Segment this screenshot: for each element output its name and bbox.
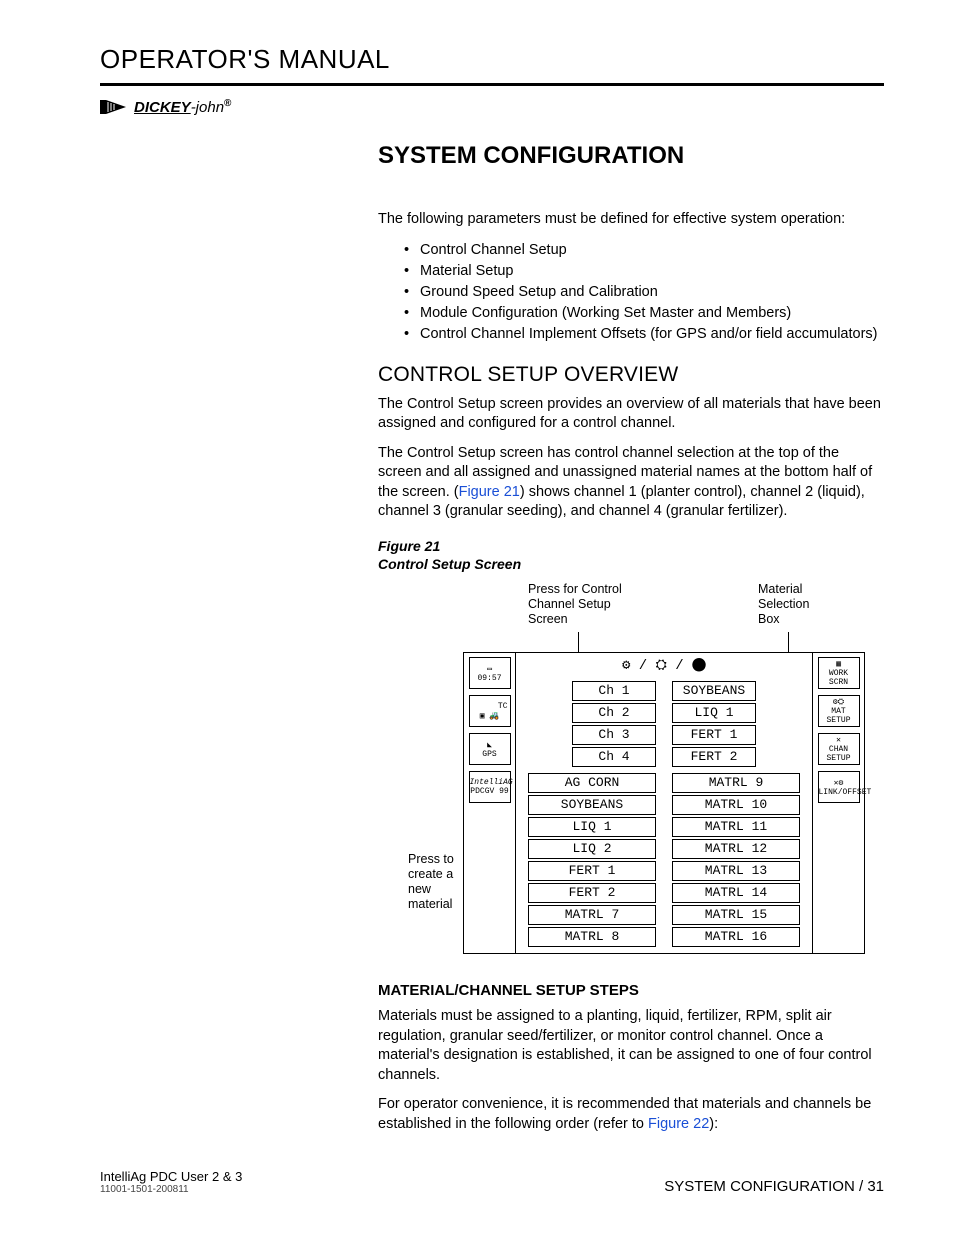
list-item: Ground Speed Setup and Calibration	[408, 282, 884, 303]
material-button[interactable]: MATRL 16	[672, 927, 800, 947]
material-button[interactable]: MATRL 14	[672, 883, 800, 903]
material-button[interactable]: MATRL 12	[672, 839, 800, 859]
material-button[interactable]: AG CORN	[528, 773, 656, 793]
footer-product: IntelliAg PDC User 2 & 3	[100, 1169, 242, 1184]
control-setup-screen: ▭09:57 TC▣ 🚜 ◣GPS IntelliAGPDCGV 99 ⚙ / …	[463, 652, 865, 954]
channel-button[interactable]: Ch 3	[572, 725, 656, 745]
text: ):	[709, 1116, 718, 1132]
material-button[interactable]: LIQ 2	[528, 839, 656, 859]
material-button[interactable]: LIQ 1	[528, 817, 656, 837]
steps-p1: Materials must be assigned to a planting…	[378, 1007, 884, 1085]
overview-p1: The Control Setup screen provides an ove…	[378, 395, 884, 434]
figure-caption: Control Setup Screen	[378, 556, 884, 572]
material-button[interactable]: MATRL 7	[528, 905, 656, 925]
list-item: Module Configuration (Working Set Master…	[408, 303, 884, 324]
figure-label: Figure 21	[378, 538, 884, 554]
parameter-list: Control Channel Setup Material Setup Gro…	[378, 240, 884, 345]
device-right-panel: ▦WORK SCRN ⚙⛭MAT SETUP ✕CHAN SETUP ✕⚙LIN…	[812, 653, 864, 953]
intro-paragraph: The following parameters must be defined…	[378, 210, 884, 230]
material-select[interactable]: SOYBEANS	[672, 681, 756, 701]
callout-press-channel: Press for Control Channel Setup Screen	[528, 582, 638, 627]
materials-grid: AG CORN MATRL 9 SOYBEANS MATRL 10 LIQ 1 MAT…	[522, 773, 806, 947]
clock-icon: ▭09:57	[469, 657, 511, 689]
material-button[interactable]: MATRL 13	[672, 861, 800, 881]
material-button[interactable]: FERT 2	[528, 883, 656, 903]
list-item: Material Setup	[408, 261, 884, 282]
footer-section-page: SYSTEM CONFIGURATION / 31	[664, 1178, 884, 1195]
overview-heading: CONTROL SETUP OVERVIEW	[378, 363, 884, 387]
header-icons-icon: ⚙ / ⛭ / ⬤	[516, 657, 812, 674]
figure-22-link[interactable]: Figure 22	[648, 1116, 709, 1132]
material-button[interactable]: MATRL 15	[672, 905, 800, 925]
channel-button[interactable]: Ch 2	[572, 703, 656, 723]
material-button[interactable]: FERT 1	[528, 861, 656, 881]
text: For operator convenience, it is recommen…	[378, 1096, 871, 1132]
list-item: Control Channel Setup	[408, 240, 884, 261]
material-button[interactable]: MATRL 11	[672, 817, 800, 837]
channel-block: Ch 1 SOYBEANS Ch 2 LIQ 1 Ch 3 FERT 1 Ch 4 FE…	[522, 681, 806, 767]
figure-21-link[interactable]: Figure 21	[459, 484, 520, 500]
material-select[interactable]: LIQ 1	[672, 703, 756, 723]
device-left-panel: ▭09:57 TC▣ 🚜 ◣GPS IntelliAGPDCGV 99	[464, 653, 516, 953]
callout-material-box: Material Selection Box	[758, 582, 828, 627]
material-select[interactable]: FERT 1	[672, 725, 756, 745]
steps-p2: For operator convenience, it is recommen…	[378, 1095, 884, 1134]
chan-setup-button[interactable]: ✕CHAN SETUP	[818, 733, 860, 765]
page-footer: IntelliAg PDC User 2 & 3 11001-1501-2008…	[100, 1169, 884, 1195]
channel-button[interactable]: Ch 4	[572, 747, 656, 767]
steps-heading: MATERIAL/CHANNEL SETUP STEPS	[378, 982, 884, 999]
intelliag-icon: IntelliAGPDCGV 99	[469, 771, 511, 803]
channel-button[interactable]: Ch 1	[572, 681, 656, 701]
work-screen-button[interactable]: ▦WORK SCRN	[818, 657, 860, 689]
title-rule	[100, 83, 884, 86]
link-offset-button[interactable]: ✕⚙LINK/OFFSET	[818, 771, 860, 803]
material-select[interactable]: FERT 2	[672, 747, 756, 767]
material-button[interactable]: MATRL 8	[528, 927, 656, 947]
gps-icon: ◣GPS	[469, 733, 511, 765]
material-button[interactable]: MATRL 9	[672, 773, 800, 793]
brand-text: DICKEY-john®	[134, 98, 231, 116]
device-center-panel: ⚙ / ⛭ / ⬤ Ch 1 SOYBEANS Ch 2 LIQ 1 Ch 3 FER…	[516, 653, 812, 953]
overview-p2: The Control Setup screen has control cha…	[378, 444, 884, 522]
footer-docnum: 11001-1501-200811	[100, 1184, 242, 1195]
brand-row: DICKEY-john®	[100, 96, 884, 118]
tractor-icon: TC▣ 🚜	[469, 695, 511, 727]
material-button[interactable]: MATRL 10	[672, 795, 800, 815]
figure-21: Press for Control Channel Setup Screen M…	[378, 582, 884, 962]
mat-setup-button[interactable]: ⚙⛭MAT SETUP	[818, 695, 860, 727]
material-button[interactable]: SOYBEANS	[528, 795, 656, 815]
page-title: OPERATOR'S MANUAL	[100, 44, 884, 75]
section-heading: SYSTEM CONFIGURATION	[378, 142, 884, 170]
list-item: Control Channel Implement Offsets (for G…	[408, 324, 884, 345]
dickey-john-logo-icon	[100, 96, 128, 118]
